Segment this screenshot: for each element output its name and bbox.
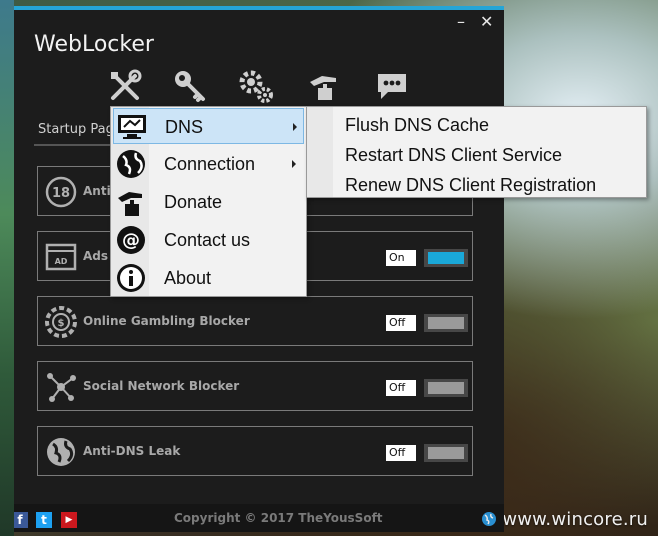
at-sign-icon: @ — [115, 224, 147, 256]
toggle-switch[interactable] — [424, 444, 468, 462]
copyright-text: Copyright © 2017 TheYousSoft — [174, 511, 383, 525]
gears-icon[interactable] — [238, 68, 274, 104]
svg-text:@: @ — [122, 230, 140, 251]
minimize-button[interactable]: – — [457, 14, 465, 30]
submenu-item-renew-dns[interactable]: Renew DNS Client Registration — [345, 175, 596, 196]
menu-item-label: About — [164, 268, 212, 288]
submenu-arrow-icon — [293, 123, 297, 131]
menu-item-about[interactable]: About — [113, 260, 304, 296]
svg-text:18: 18 — [52, 186, 70, 201]
block-dns-leak: Anti-DNS Leak Off — [37, 426, 473, 476]
menu-item-donate[interactable]: Donate — [113, 184, 304, 220]
facebook-icon[interactable]: f — [14, 512, 28, 528]
submenu-item-flush-dns[interactable]: Flush DNS Cache — [345, 115, 489, 136]
menu-item-label: DNS — [165, 117, 204, 137]
submenu-item-restart-dns[interactable]: Restart DNS Client Service — [345, 145, 562, 166]
submenu-gutter — [307, 107, 333, 197]
toggle-switch[interactable] — [424, 249, 468, 267]
block-social: Social Network Blocker Off — [37, 361, 473, 411]
status-label: Off — [386, 315, 416, 331]
donate-hand-icon[interactable] — [306, 68, 342, 104]
toggle-knob — [428, 382, 464, 394]
status-label: Off — [386, 380, 416, 396]
block-name: Social Network Blocker — [83, 379, 240, 393]
toggle-switch[interactable] — [424, 379, 468, 397]
menu-item-contact[interactable]: @ Contact us — [113, 222, 304, 258]
info-icon — [115, 262, 147, 294]
website-globe-icon[interactable] — [481, 511, 497, 527]
menu-item-label: Contact us — [164, 230, 251, 250]
youtube-icon[interactable]: ▶ — [61, 512, 77, 528]
globe-icon — [115, 148, 147, 180]
toggle-switch[interactable] — [424, 314, 468, 332]
desktop-background-strip — [0, 0, 14, 536]
svg-text:AD: AD — [55, 257, 68, 266]
menu-item-dns[interactable]: DNS — [113, 108, 304, 144]
ad-window-icon: AD — [44, 240, 78, 274]
dns-submenu: Flush DNS Cache Restart DNS Client Servi… — [306, 106, 647, 198]
close-button[interactable]: ✕ — [480, 14, 493, 30]
toggle-knob — [428, 447, 464, 459]
block-name: Anti-DNS Leak — [83, 444, 181, 458]
twitter-icon[interactable]: t — [36, 512, 52, 528]
chat-bubble-icon[interactable] — [374, 68, 410, 104]
app-title: WebLocker — [34, 32, 154, 57]
globe-icon — [44, 435, 78, 469]
toggle-knob — [428, 252, 464, 264]
key-icon[interactable] — [172, 68, 208, 104]
block-gambling: $ Online Gambling Blocker Off — [37, 296, 473, 346]
toggle-knob — [428, 317, 464, 329]
toolbar — [102, 68, 432, 108]
monitor-icon — [116, 111, 148, 143]
menu-item-label: Connection — [164, 154, 256, 174]
tools-icon[interactable] — [107, 68, 143, 104]
menu-item-label: Donate — [164, 192, 223, 212]
context-menu: DNS Connection Donate @ Contact us About — [110, 106, 307, 297]
block-name: Online Gambling Blocker — [83, 314, 250, 328]
donate-hand-icon — [115, 186, 147, 218]
18-plus-icon: 18 — [44, 175, 78, 209]
accent-bar — [14, 6, 504, 10]
submenu-arrow-icon — [292, 160, 296, 168]
status-label: Off — [386, 445, 416, 461]
status-label: On — [386, 250, 416, 266]
menu-item-connection[interactable]: Connection — [113, 146, 304, 182]
network-nodes-icon — [44, 370, 78, 404]
watermark: www.wincore.ru — [502, 509, 648, 530]
casino-chip-icon: $ — [44, 305, 78, 339]
svg-text:$: $ — [58, 318, 65, 329]
block-name: Ads — [83, 249, 109, 263]
